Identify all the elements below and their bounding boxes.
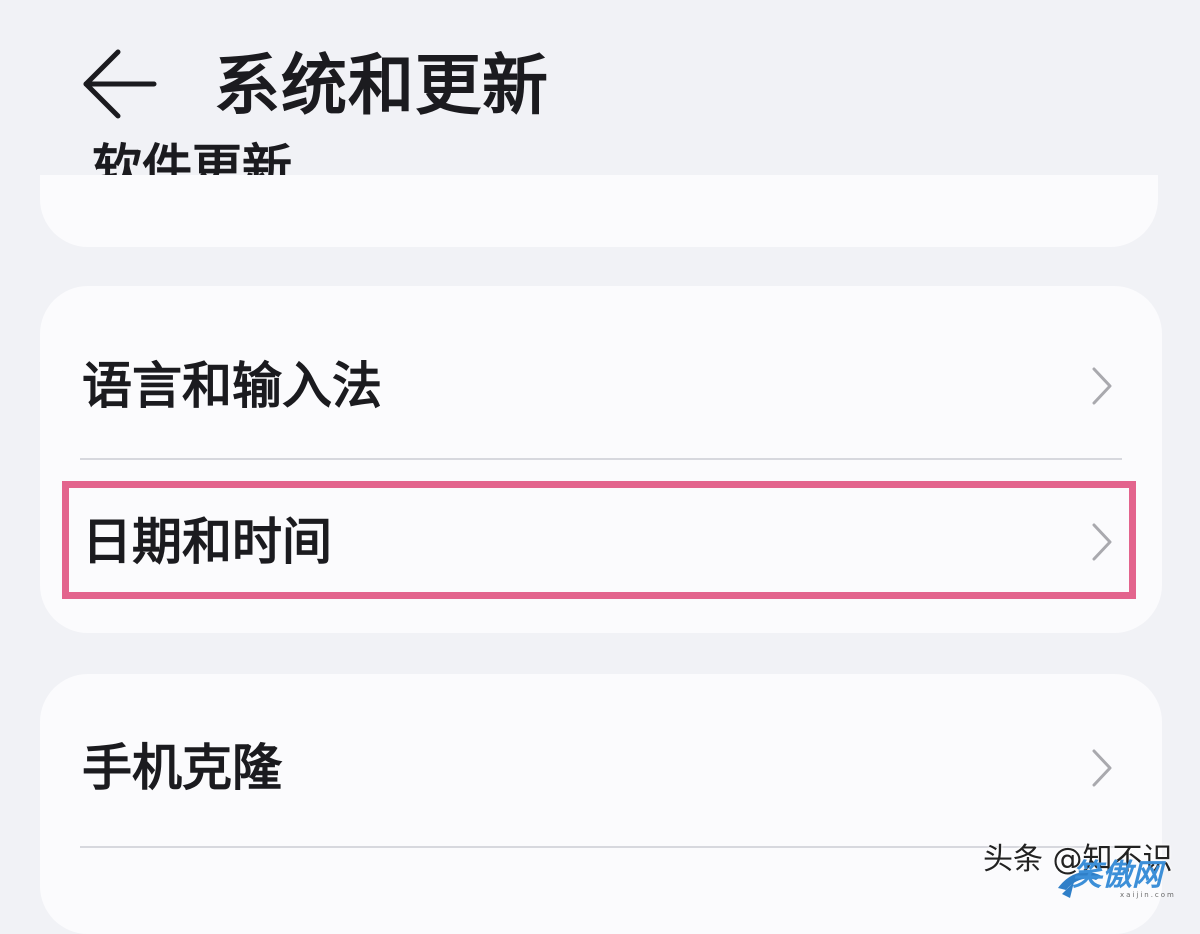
card-scrolled-partial[interactable] [40,175,1158,247]
back-button[interactable] [78,46,162,122]
divider [80,458,1122,460]
chevron-right-icon [1090,748,1114,788]
divider [80,846,1122,848]
scrolled-item-label-partial: 软件更新 [92,138,292,175]
list-item-phone-clone[interactable]: 手机克隆 [40,688,1162,848]
list-item-label: 语言和输入法 [82,357,382,415]
list-item-label: 日期和时间 [82,513,332,571]
settings-group-clone: 手机克隆 [40,674,1162,934]
chevron-right-icon [1090,366,1114,406]
list-item-language-input[interactable]: 语言和输入法 [40,306,1162,466]
site-logo-text: 笑傲网 [1072,858,1162,893]
page-title: 系统和更新 [214,47,549,124]
list-item-date-time[interactable]: 日期和时间 [40,462,1162,622]
settings-group-language-time: 语言和输入法 日期和时间 [40,286,1162,633]
arrow-left-icon [83,49,157,119]
chevron-right-icon [1090,522,1114,562]
list-item-label: 手机克隆 [82,739,282,797]
site-url: xaijin.com [1120,891,1176,899]
scrolled-item-label: 软件更新 [92,139,292,175]
